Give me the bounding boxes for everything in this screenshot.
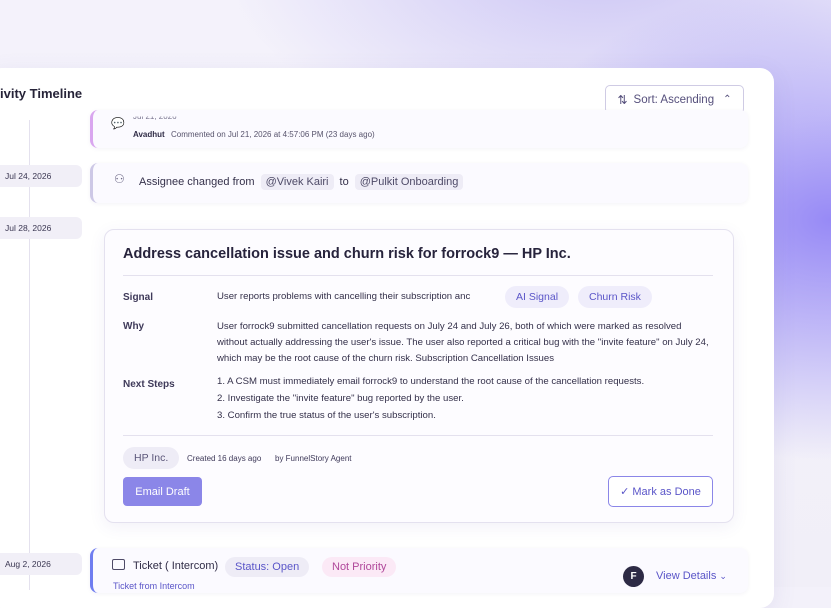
chevron-down-icon: ⌄ [719,571,727,581]
next-step-item: 2. Investigate the "invite feature" bug … [217,393,464,404]
date-pill: Jul 28, 2026 [0,217,82,239]
assignee-event-card: ⚇ Assignee changed from @Vivek Kairi to … [90,163,748,203]
page-title: ivity Timeline [0,86,83,101]
signal-label: Signal [123,292,154,303]
signal-text: User reports problems with cancelling th… [217,291,471,302]
comment-event-card: 💬 Jul 21, 2026 Avadhut Commented on Jul … [90,110,748,148]
next-step-item: 3. Confirm the true status of the user's… [217,410,436,421]
email-draft-button[interactable]: Email Draft [123,477,202,506]
ticket-event-card: Ticket ( Intercom) Status: Open Not Prio… [90,548,748,593]
task-title: Address cancellation issue and churn ris… [123,246,571,262]
date-pill: Aug 2, 2026 [0,553,82,575]
why-label: Why [123,321,145,332]
ticket-sub: Ticket from Intercom [113,581,195,591]
chevron-up-icon: ⌃ [723,94,732,105]
mark-as-done-button[interactable]: ✓ Mark as Done [608,476,713,507]
comment-author: Avadhut [133,130,165,139]
churn-risk-tag: Churn Risk [578,286,652,308]
comment-text: Commented on Jul 21, 2026 at 4:57:06 PM … [171,130,375,139]
ticket-icon [112,559,125,570]
sort-icon: ⇅ [617,92,628,107]
company-chip[interactable]: HP Inc. [123,447,180,469]
created-text: Created 16 days ago [187,454,262,463]
next-step-item: 1. A CSM must immediately email forrock9… [217,376,645,387]
why-text: User forrock9 submitted cancellation req… [217,321,709,364]
divider [123,435,713,436]
user-icon: ⚇ [114,172,125,186]
sort-label: Sort: Ascending [633,93,715,106]
priority-badge: Not Priority [322,557,397,577]
assignee-connector: to [339,176,349,188]
created-by: by FunnelStory Agent [275,454,352,463]
assignee-from[interactable]: @Vivek Kairi [260,174,334,190]
timeline-line [29,120,30,590]
date-pill: Jul 24, 2026 [0,165,82,187]
assignee-to[interactable]: @Pulkit Onboarding [354,174,464,190]
view-details-link[interactable]: View Details ⌄ [656,570,727,582]
status-badge: Status: Open [225,557,310,577]
task-card: Address cancellation issue and churn ris… [104,229,734,523]
divider [123,275,713,276]
assignee-prefix: Assignee changed from [139,176,255,188]
avatar: F [623,566,644,587]
view-details-label: View Details [656,570,717,582]
comment-date: Jul 21, 2026 [133,112,177,122]
ticket-label: Ticket ( Intercom) [133,560,219,572]
next-steps-label: Next Steps [123,379,175,390]
ai-signal-tag: AI Signal [505,286,570,308]
comment-icon: 💬 [111,118,125,130]
